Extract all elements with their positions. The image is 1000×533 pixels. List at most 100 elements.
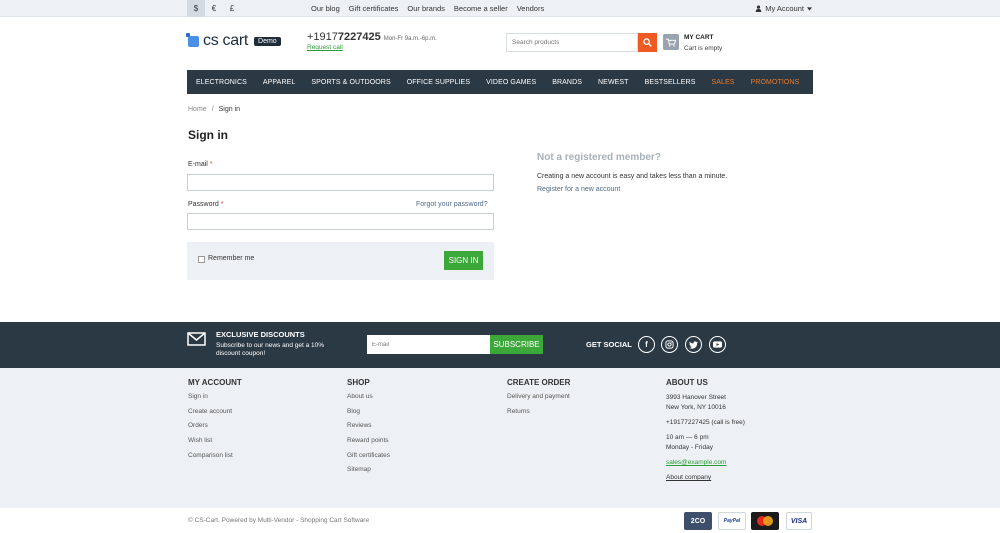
top-link-vendors[interactable]: Vendors [517,4,545,13]
address-line-1: 3993 Hanover Street [666,394,726,401]
footer-my-account: MY ACCOUNT Sign in Create account Orders… [188,378,242,466]
payment-2co-icon: 2CO [684,512,712,530]
top-link-brands[interactable]: Our brands [407,4,445,13]
forgot-password-link[interactable]: Forgot your password? [416,201,488,208]
footer-email-link[interactable]: sales@example.com [666,458,745,468]
password-label: Password * [188,201,223,208]
password-label-text: Password [188,201,219,208]
breadcrumb: Home / Sign in [188,106,240,113]
footer-link[interactable]: Orders [188,422,242,437]
breadcrumb-separator: / [211,106,214,113]
phone-hours: Mon-Fr 9a.m.-6p.m. [383,36,437,42]
cart-title[interactable]: MY CART [684,34,714,41]
register-title: Not a registered member? [537,152,661,163]
required-mark: * [220,201,224,208]
subscribe-button[interactable]: SUBSCRIBE [490,335,543,354]
logo[interactable]: cs cart Demo [186,32,281,50]
password-field[interactable] [187,213,494,230]
search-icon [643,38,652,47]
cart-status: Cart is empty [684,45,723,52]
footer-phone: +19177227425 (call is free) [666,419,745,426]
caret-down-icon [807,6,812,11]
footer-link[interactable]: Sitemap [347,466,390,481]
nav-item-bestsellers[interactable]: BESTSELLERS [645,79,696,86]
payment-visa-icon: VISA [786,512,812,530]
breadcrumb-home[interactable]: Home [188,106,207,113]
footer-link[interactable]: Create account [188,408,242,423]
remember-me-label[interactable]: Remember me [208,255,254,262]
about-company-link[interactable]: About company [666,473,745,483]
payment-mastercard-icon [751,512,779,530]
demo-badge: Demo [254,36,281,46]
nav-item-sports-outdoors[interactable]: SPORTS & OUTDOORS [311,79,390,86]
copyright-bar [0,508,1000,533]
nav-item-sales[interactable]: SALES [711,79,734,86]
cart-icon[interactable] [663,34,679,50]
footer-link[interactable]: Reward points [347,437,390,452]
footer-create-order-title: CREATE ORDER [507,378,571,387]
top-link-gift-certificates[interactable]: Gift certificates [349,4,399,13]
request-call-link[interactable]: Request call [307,44,343,51]
currency-gbp[interactable]: £ [223,0,241,17]
nav-item-brands[interactable]: BRANDS [552,79,582,86]
footer-link[interactable]: Reviews [347,422,390,437]
logo-mark-icon [186,32,199,47]
footer-link[interactable]: Comparison list [188,452,242,467]
subscribe-title: EXCLUSIVE DISCOUNTS [216,330,305,339]
footer-link[interactable]: Delivery and payment [507,393,570,408]
footer-my-account-title: MY ACCOUNT [188,378,242,387]
instagram-icon[interactable] [661,336,678,353]
hours-line-1: 10 am — 6 pm [666,434,709,441]
register-link[interactable]: Register for a new account [537,186,620,193]
hours-line-2: Monday - Friday [666,444,713,451]
envelope-icon [187,332,206,346]
currency-eur[interactable]: € [205,0,223,17]
footer-shop-title: SHOP [347,378,370,387]
footer-link[interactable]: Wish list [188,437,242,452]
footer-link[interactable]: Blog [347,408,390,423]
footer-link[interactable]: Gift certificates [347,452,390,467]
breadcrumb-current: Sign in [218,106,241,113]
sign-in-button[interactable]: SIGN IN [444,251,483,270]
page-title: Sign in [188,128,228,142]
email-field[interactable] [187,174,494,191]
footer-about-title: ABOUT US [666,378,708,387]
footer-link[interactable]: Sign in [188,393,242,408]
phone-bold: 7227425 [337,31,381,43]
main-nav: ELECTRONICS APPAREL SPORTS & OUTDOORS OF… [187,70,813,94]
footer-link[interactable]: About us [347,393,390,408]
nav-item-video-games[interactable]: VIDEO GAMES [486,79,536,86]
top-link-blog[interactable]: Our blog [311,4,340,13]
payment-paypal-icon: PayPal [718,512,746,530]
copyright-text: © CS-Cart. Powered by Multi-Vendor - Sho… [188,517,370,524]
my-account-label: My Account [765,4,804,13]
twitter-icon[interactable] [685,336,702,353]
subscribe-email-input[interactable] [367,335,490,354]
footer-link[interactable]: Returns [507,408,570,423]
required-mark: * [209,161,213,168]
footer [0,368,1000,508]
currency-usd[interactable]: $ [187,0,205,17]
nav-item-office-supplies[interactable]: OFFICE SUPPLIES [407,79,470,86]
footer-create-order: CREATE ORDER Delivery and payment Return… [507,378,570,422]
email-label: E-mail * [188,161,213,168]
register-text: Creating a new account is easy and takes… [537,173,728,180]
user-icon [755,5,762,12]
nav-item-apparel[interactable]: APPAREL [263,79,295,86]
top-links: Our blog Gift certificates Our brands Be… [311,0,544,17]
footer-shop: SHOP About us Blog Reviews Reward points… [347,378,390,481]
search-button[interactable] [638,33,657,52]
my-account-menu[interactable]: My Account [755,0,812,17]
remember-me-checkbox[interactable] [198,256,205,263]
top-link-become-seller[interactable]: Become a seller [454,4,508,13]
nav-item-electronics[interactable]: ELECTRONICS [196,79,247,86]
nav-item-newest[interactable]: NEWEST [598,79,629,86]
email-label-text: E-mail [188,161,208,168]
nav-item-promotions[interactable]: PROMOTIONS [751,79,800,86]
facebook-icon[interactable]: f [638,336,655,353]
youtube-icon[interactable] [709,336,726,353]
subscribe-text: Subscribe to our news and get a 10% disc… [216,342,325,358]
search-input[interactable] [506,33,638,52]
logo-text: cs cart [203,32,249,49]
phone-number: +19177227425 Mon-Fr 9a.m.-6p.m. [307,31,437,43]
